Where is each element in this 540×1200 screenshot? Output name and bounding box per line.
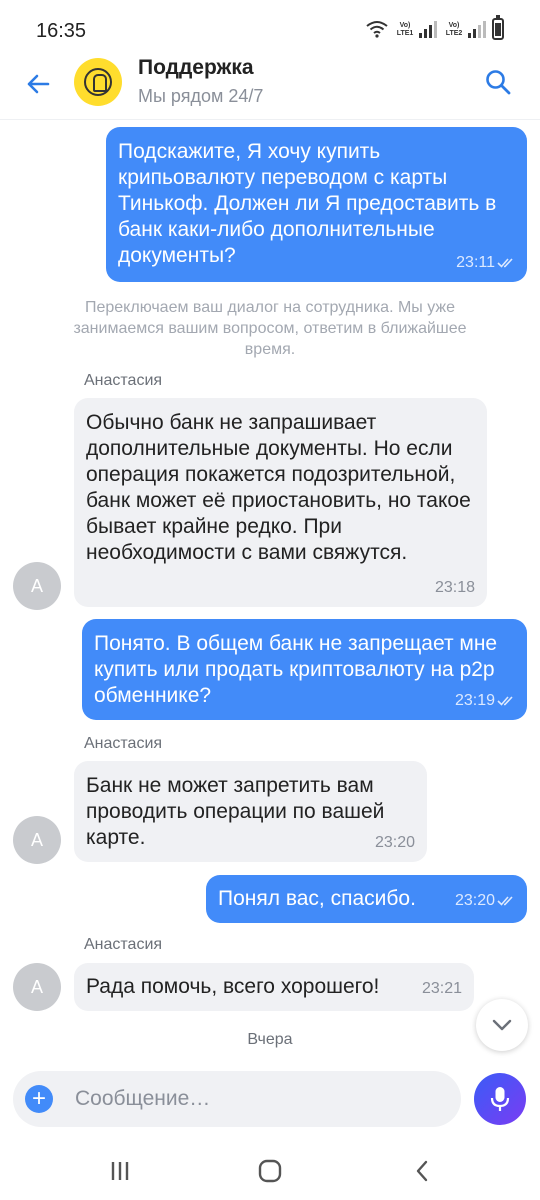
chat-subtitle: Мы рядом 24/7 [138,86,264,106]
plus-icon: + [31,1085,46,1112]
date-separator: Вчера [247,1031,293,1048]
recent-apps-icon [111,1162,129,1180]
message-time: 23:21 [421,980,462,997]
message-time: 23:19 [454,692,495,709]
back-icon [416,1160,428,1182]
message-text: Банк не может запретить вам проводить оп… [86,774,385,849]
double-check-icon [497,696,513,706]
message-text: Подскажите, Я хочу купить крипьовалюту п… [118,140,497,267]
system-navigation-bar [0,1140,540,1200]
recent-apps-button[interactable] [100,1156,140,1186]
search-icon [486,70,511,95]
sender-name: Анастасия [84,372,163,389]
bank-logo-icon [84,68,112,96]
search-button[interactable] [482,66,514,98]
message-text: Понято. В общем банк не запрещает мне ку… [94,632,498,707]
battery-icon [492,15,504,40]
sender-name: Анастасия [84,936,163,953]
double-check-icon [497,896,513,906]
voice-message-button[interactable] [474,1073,526,1125]
message-meta: 23:19 [455,692,515,710]
chat-header: Поддержка Мы рядом 24/7 [0,56,540,120]
signal-icon [419,20,437,38]
sim2-label: Vo) LTE2 [445,22,463,37]
chevron-down-icon [492,1019,512,1031]
back-button[interactable] [22,68,54,100]
message-meta: 23:11 [456,254,515,272]
attach-button[interactable]: + [25,1085,53,1113]
wifi-icon [366,21,388,38]
message-time: 23:11 [456,254,495,271]
status-icons: Vo) LTE1 Vo) LTE2 [366,15,504,40]
avatar[interactable]: А [13,963,61,1011]
status-bar: 16:35 Vo) LTE1 Vo) LTE2 [0,0,540,56]
microphone-icon [490,1087,510,1111]
outgoing-message[interactable]: Подскажите, Я хочу купить крипьовалюту п… [106,127,527,282]
home-button[interactable] [250,1156,290,1186]
message-time: 23:20 [374,834,415,851]
message-time: 23:18 [434,579,475,596]
sim2-indicator: Vo) LTE2 [443,20,486,38]
nav-back-button[interactable] [402,1156,442,1186]
sim1-label: Vo) LTE1 [396,22,414,37]
message-text: Обычно банк не запрашивает дополнительны… [86,411,471,564]
sim1-indicator: Vo) LTE1 [394,20,437,38]
incoming-message[interactable]: Обычно банк не запрашивает дополнительны… [74,398,487,607]
message-input[interactable] [75,1071,445,1127]
message-time: 23:20 [454,892,495,909]
outgoing-message[interactable]: Понял вас, спасибо. 23:20 [206,875,527,923]
arrow-left-icon [27,74,50,94]
system-message: Переключаем ваш диалог на сотрудника. Мы… [73,299,467,358]
incoming-message[interactable]: Банк не может запретить вам проводить оп… [74,761,427,862]
double-check-icon [497,258,513,268]
chat-title: Поддержка [138,56,254,79]
bank-logo-avatar[interactable] [74,58,122,106]
message-list[interactable]: Подскажите, Я хочу купить крипьовалюту п… [0,121,540,1066]
message-text: Рада помочь, всего хорошего! [86,975,380,998]
composer: + [13,1071,461,1127]
sender-name: Анастасия [84,735,163,752]
message-meta: 23:20 [455,892,515,910]
status-time: 16:35 [36,20,87,42]
outgoing-message[interactable]: Понято. В общем банк не запрещает мне ку… [82,619,527,720]
avatar[interactable]: А [13,562,61,610]
home-icon [258,1159,282,1183]
avatar[interactable]: А [13,816,61,864]
incoming-message[interactable]: Рада помочь, всего хорошего! 23:21 [74,963,474,1011]
message-text: Понял вас, спасибо. [218,887,416,910]
signal-icon [468,20,486,38]
